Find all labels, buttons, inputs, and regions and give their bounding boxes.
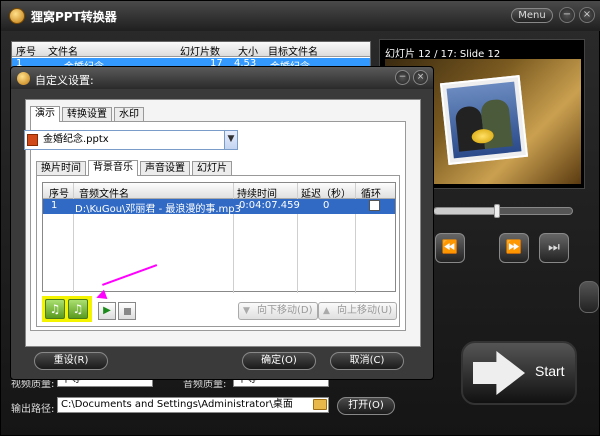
menu-button[interactable]: Menu (511, 8, 553, 23)
play-icon[interactable]: ▶ (98, 302, 116, 320)
col-duration: 持续时间 (237, 189, 277, 200)
open-button[interactable]: 打开(O) (337, 397, 395, 415)
audio-file-grid: 序号 音频文件名 持续时间 延迟（秒） 循环 1 D:\KuGou\邓丽君 - … (42, 182, 396, 293)
move-up-button[interactable]: ▲ 向上移动(U) (318, 302, 398, 320)
rewind-icon[interactable]: ⏪ (435, 233, 465, 263)
move-down-button[interactable]: ▼ 向下移动(D) (238, 302, 318, 320)
file-list-table: 序号 文件名 幻灯片数 大小 目标文件名 1 金婚纪念 17 4.53 金婚纪念 (11, 41, 371, 73)
audio-file: D:\KuGou\邓丽君 - 最浪漫的事.mp3 (75, 204, 242, 215)
dialog-logo-icon (17, 72, 30, 85)
fast-forward-icon[interactable]: ⏩ (499, 233, 529, 263)
chevron-down-icon[interactable]: ▼ (224, 131, 237, 149)
add-music-icon[interactable]: ♫ (45, 299, 65, 319)
folder-icon[interactable] (313, 399, 327, 410)
minimize-icon[interactable]: − (559, 7, 575, 23)
dialog-close-icon[interactable]: × (413, 70, 428, 85)
col-audio-file: 音频文件名 (79, 189, 129, 200)
dialog-minimize-icon[interactable]: − (395, 70, 410, 85)
loop-checkbox[interactable] (369, 200, 380, 211)
audio-grid-header: 序号 音频文件名 持续时间 延迟（秒） 循环 (43, 183, 395, 200)
audio-duration: 0:04:07.459 (239, 200, 300, 211)
app-logo-icon (9, 8, 25, 24)
dialog-title-bar: 自定义设置: − × (11, 67, 433, 89)
audio-index: 1 (51, 200, 58, 211)
couple-photo (439, 75, 529, 165)
tab-slides[interactable]: 幻灯片 (192, 161, 232, 176)
col-size: 大小 (238, 47, 258, 58)
tab-sound-settings[interactable]: 声音设置 (140, 161, 190, 176)
table-row[interactable]: 1 D:\KuGou\邓丽君 - 最浪漫的事.mp3 0:04:07.459 0 (43, 199, 395, 215)
col-index: 序号 (49, 189, 69, 200)
tab-demo[interactable]: 演示 (30, 106, 60, 122)
ok-button[interactable]: 确定(O) (242, 352, 316, 370)
col-index: 序号 (16, 47, 36, 58)
slider-knob[interactable] (494, 204, 500, 218)
slide-counter: 幻灯片 12 / 17: Slide 12 (385, 49, 501, 60)
move-up-label: 向上移动(U) (337, 305, 393, 316)
tab-slide-timing[interactable]: 换片时间 (36, 161, 86, 176)
file-table-header: 序号 文件名 幻灯片数 大小 目标文件名 (12, 42, 370, 58)
output-path-label: 输出路径: (11, 404, 55, 415)
arrow-up-icon: ▲ (323, 306, 330, 316)
close-icon[interactable]: × (579, 7, 595, 23)
pptx-file-icon (27, 134, 38, 146)
col-delay: 延迟（秒） (301, 189, 351, 200)
side-toggle[interactable] (579, 281, 599, 313)
arrow-down-icon: ▼ (243, 306, 250, 316)
col-loop: 循环 (361, 189, 381, 200)
app-title: 狸窝PPT转换器 (31, 10, 117, 24)
output-path-input[interactable]: C:\Documents and Settings\Administrator\… (57, 397, 329, 413)
col-target: 目标文件名 (268, 47, 318, 58)
col-filename: 文件名 (48, 47, 78, 58)
remove-music-icon[interactable]: ♫ (68, 299, 88, 319)
reset-button[interactable]: 重设(R) (34, 352, 108, 370)
col-slides: 幻灯片数 (180, 47, 220, 58)
tab-watermark[interactable]: 水印 (114, 107, 144, 122)
tab-background-music[interactable]: 背景音乐 (88, 160, 138, 176)
audio-delay: 0 (323, 200, 330, 211)
tab-convert[interactable]: 转换设置 (62, 107, 112, 122)
cancel-button[interactable]: 取消(C) (330, 352, 404, 370)
start-label: Start (535, 363, 565, 379)
stop-icon[interactable] (118, 302, 136, 320)
ppt-file-select[interactable]: 金婚纪念.pptx (24, 130, 238, 150)
next-icon[interactable]: ⏭ (539, 233, 569, 263)
title-bar: 狸窝PPT转换器 Menu − × (1, 1, 600, 31)
dialog-title: 自定义设置: (35, 74, 94, 87)
move-down-label: 向下移动(D) (257, 305, 313, 316)
playback-slider[interactable] (433, 204, 573, 218)
